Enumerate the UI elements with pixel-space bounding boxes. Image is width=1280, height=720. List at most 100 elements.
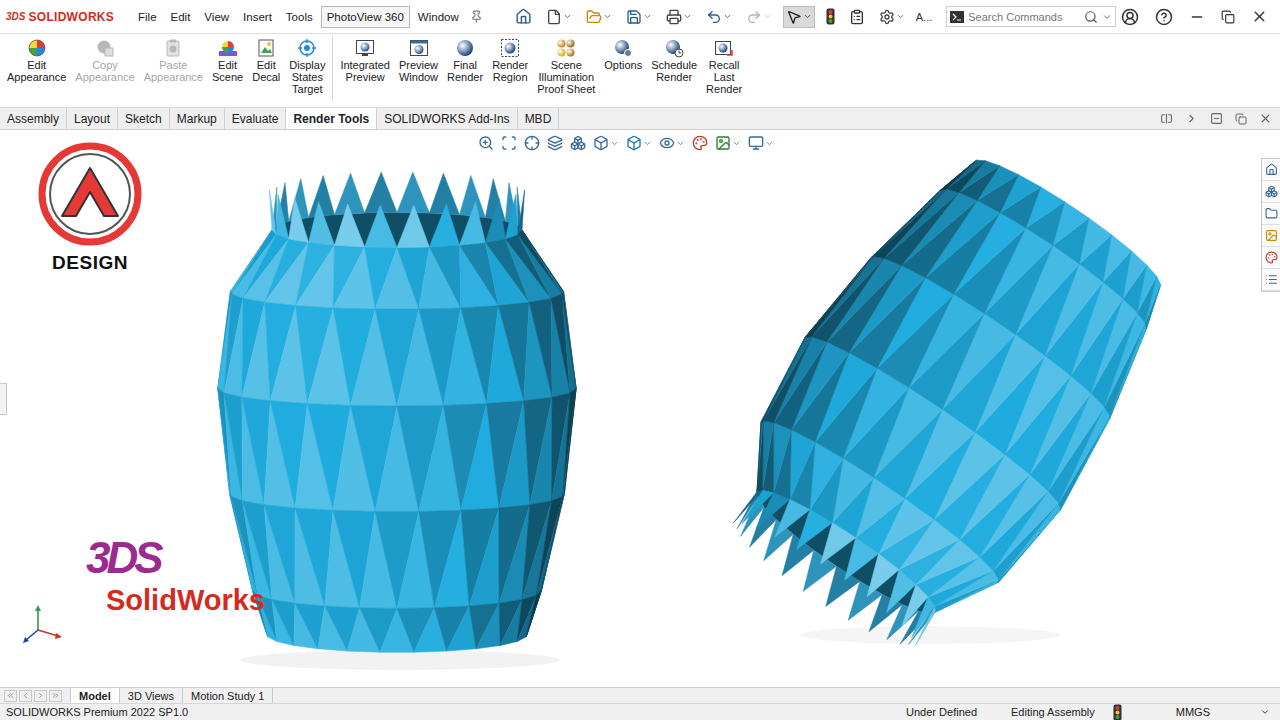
command-tab[interactable]: MBD [518, 108, 560, 129]
command-tab[interactable]: Render Tools [286, 108, 377, 129]
previous-tab-button[interactable] [19, 690, 32, 702]
vase-facet [429, 245, 460, 308]
decal-icon [256, 38, 276, 58]
last-tab-button[interactable] [49, 690, 62, 702]
ribbon-button[interactable]: DisplayStatesTarget [286, 37, 328, 96]
final-render-icon [455, 38, 475, 58]
ribbon-button[interactable]: PasteAppearance [141, 37, 206, 84]
ribbon-label: Edit [27, 59, 46, 71]
task-pane-button[interactable] [1262, 247, 1280, 269]
help-icon[interactable] [1155, 8, 1173, 26]
ribbon-button[interactable]: ScheduleRender [648, 37, 700, 84]
ribbon-label: Scene [212, 71, 243, 83]
close-document-icon[interactable] [1259, 112, 1272, 125]
ribbon-button[interactable]: RenderRegion [489, 37, 531, 84]
menu-item[interactable]: Window [412, 6, 465, 28]
toolbar-overflow[interactable]: A... [916, 11, 933, 23]
document-tab[interactable]: 3D Views [120, 688, 183, 703]
panel-grip[interactable] [0, 383, 7, 415]
ribbon-button[interactable]: IntegratedPreview [337, 37, 393, 84]
new-button[interactable] [543, 6, 575, 28]
first-tab-button[interactable] [4, 690, 17, 702]
rebuild-status-icon[interactable] [1113, 704, 1122, 720]
status-units[interactable]: MMGS [1130, 706, 1256, 718]
user-icon[interactable] [1121, 8, 1139, 26]
menu-item[interactable]: View [198, 6, 235, 28]
task-pane-button[interactable] [1262, 159, 1280, 181]
command-tab[interactable]: Assembly [0, 108, 67, 129]
ribbon-separator [332, 37, 333, 101]
traffic-light-icon[interactable] [826, 8, 835, 25]
restore-document-icon[interactable] [1235, 113, 1247, 125]
ribbon-button[interactable]: EditAppearance [4, 37, 69, 84]
close-icon[interactable] [1251, 8, 1268, 25]
status-rebuild[interactable] [1105, 704, 1130, 720]
ribbon-label: Paste [159, 59, 187, 71]
previous-view-icon[interactable] [524, 135, 540, 151]
section-view-icon[interactable] [547, 135, 563, 151]
ribbon-button[interactable]: CopyAppearance [72, 37, 137, 84]
ribbon-button[interactable]: SceneIlluminationProof Sheet [534, 37, 598, 96]
next-icon[interactable] [1185, 112, 1198, 125]
redo-icon [746, 9, 762, 25]
menu-item[interactable]: Edit [165, 6, 197, 28]
dynamic-annotation-icon[interactable] [570, 135, 586, 151]
minimize-icon[interactable] [1189, 9, 1205, 25]
vase-facet [224, 393, 242, 501]
home-button[interactable] [512, 5, 535, 28]
ribbon-button[interactable]: FinalRender [444, 37, 486, 84]
command-tab[interactable]: Evaluate [225, 108, 287, 129]
view-settings-group[interactable] [748, 135, 774, 151]
save-button[interactable] [623, 6, 655, 28]
document-tab[interactable]: Motion Study 1 [183, 688, 273, 703]
task-pane-button[interactable] [1262, 225, 1280, 247]
search-field[interactable]: Search Commands [946, 6, 1116, 27]
document-tab[interactable]: Model [70, 688, 120, 703]
vase-facet [296, 245, 335, 308]
rebuild-button[interactable] [823, 5, 838, 28]
next-tab-button[interactable] [34, 690, 47, 702]
ribbon-button[interactable]: Options [601, 37, 645, 72]
vase-facet [335, 204, 365, 247]
tile-icon[interactable] [1160, 112, 1173, 125]
command-tab[interactable]: Layout [67, 108, 118, 129]
scene-group[interactable] [715, 135, 741, 151]
ribbon-group: IntegratedPreviewPreviewWindowFinalRende… [337, 37, 745, 96]
hide-show-group[interactable] [659, 135, 685, 151]
select-button[interactable] [783, 6, 815, 28]
menu-item[interactable]: Tools [280, 6, 319, 28]
status-units-menu[interactable] [1256, 707, 1274, 717]
ribbon-button[interactable]: EditScene [209, 37, 246, 84]
command-tab[interactable]: Sketch [118, 108, 170, 129]
redo-button[interactable] [743, 6, 775, 28]
menu-item[interactable]: PhotoView 360 [321, 6, 410, 28]
graphics-area[interactable]: DESIGN3DSSolidWorks [0, 130, 1280, 687]
undo-button[interactable] [703, 6, 735, 28]
ribbon-button[interactable]: EditDecal [249, 37, 283, 84]
display-style-group[interactable] [626, 135, 652, 151]
ribbon-label: Edit [257, 59, 276, 71]
ribbon-button[interactable]: PreviewWindow [396, 37, 441, 84]
zoom-area-icon[interactable] [501, 135, 517, 151]
print-button[interactable] [663, 6, 695, 28]
open-button[interactable] [583, 6, 615, 28]
task-pane-button[interactable] [1262, 181, 1280, 203]
zoom-to-fit-icon[interactable] [478, 135, 494, 151]
command-tab[interactable]: SOLIDWORKS Add-Ins [377, 108, 517, 129]
view-orientation-group[interactable] [593, 135, 619, 151]
menu-item[interactable]: File [132, 6, 163, 28]
pin-button[interactable] [467, 7, 486, 26]
ribbon-button[interactable]: RecallLastRender [703, 37, 745, 96]
edit-appearance-icon[interactable] [692, 135, 708, 151]
file-properties-button[interactable] [846, 6, 868, 28]
restore-icon[interactable] [1221, 10, 1235, 24]
chevron-down-icon [683, 12, 692, 21]
minimize-document-icon[interactable] [1210, 112, 1223, 125]
vase-facet [873, 176, 946, 269]
options-button[interactable] [876, 6, 908, 28]
menu-item[interactable]: Insert [237, 6, 278, 28]
schedule-render-icon [664, 38, 684, 58]
task-pane-button[interactable] [1262, 203, 1280, 225]
task-pane-button[interactable] [1262, 269, 1280, 291]
command-tab[interactable]: Markup [170, 108, 225, 129]
